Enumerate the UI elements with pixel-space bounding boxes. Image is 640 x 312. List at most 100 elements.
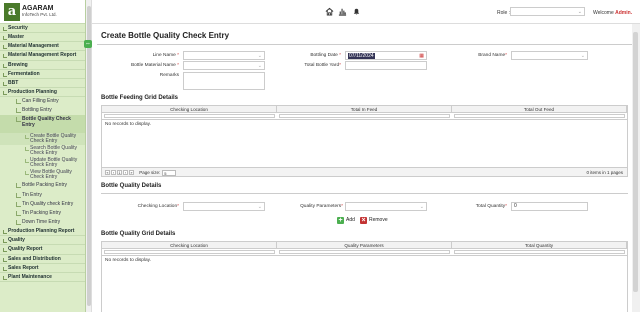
bottling-date-label: Bottling Date * — [310, 53, 341, 58]
quality-grid-title: Bottle Quality Grid Details — [101, 231, 176, 237]
logo-subtitle: InfoTech Pvt. Ltd. — [22, 11, 57, 17]
sidebar-item-brewing[interactable]: Brewing — [0, 61, 85, 70]
sidebar-item-quality[interactable]: Quality — [0, 236, 85, 246]
checking-location-select[interactable]: ⌄ — [183, 202, 265, 211]
quality-parameters-select[interactable]: ⌄ — [345, 202, 427, 211]
total-bottle-yard-label: Total Bottle Yard* — [304, 63, 341, 68]
chevron-down-icon: ⌄ — [257, 53, 262, 59]
brand-name-select[interactable]: ⌄ — [511, 51, 588, 60]
bell-icon[interactable] — [352, 7, 361, 16]
first-page-button[interactable]: « — [105, 170, 110, 176]
sidebar-item-down-time-entry[interactable]: Down Time Entry — [0, 218, 85, 227]
feeding-grid: Checking Location Total In Feed Total Out … — [101, 105, 628, 177]
sidebar-item-tin-quality-check-entry[interactable]: Tin Quality check Entry — [0, 200, 85, 209]
bottle-material-select[interactable]: ⌄ — [183, 61, 265, 70]
sidebar-item-sales-report[interactable]: Sales Report — [0, 264, 85, 273]
chevron-down-icon: ⌄ — [577, 9, 582, 15]
sidebar-item-security[interactable]: Security — [0, 24, 85, 34]
brand-name-label: Brand Name* — [478, 53, 507, 58]
sidebar-item-bbt[interactable]: BBT — [0, 79, 85, 88]
main-content: Create Bottle Quality Check Entry Line N… — [97, 28, 632, 312]
bottle-material-label: Bottle Material Name * — [130, 63, 179, 68]
pager-info: 0 items in 1 pages — [586, 170, 623, 175]
chevron-down-icon: ⌄ — [257, 63, 262, 69]
sidebar-toggle-icon[interactable]: ⇔ — [84, 40, 92, 48]
sidebar-item-quality-report[interactable]: Quality Report — [0, 245, 85, 255]
main-scrollbar[interactable] — [632, 24, 640, 312]
total-bottle-yard-input[interactable] — [345, 61, 427, 70]
quality-parameters-label: Quality Parameters* — [300, 204, 343, 209]
sidebar-item-bottling-entry[interactable]: Bottling Entry — [0, 106, 85, 115]
sidebar: a AGARAM InfoTech Pvt. Ltd. Security Mast… — [0, 0, 86, 312]
chart-icon[interactable] — [338, 7, 347, 16]
sidebar-item-production-planning-report[interactable]: Production Planning Report — [0, 227, 85, 237]
filter-input[interactable] — [279, 114, 450, 118]
sidebar-item-create-bottle-quality-check-entry[interactable]: Create Bottle Quality Check Entry — [0, 133, 85, 146]
sidebar-item-can-filling-entry[interactable]: Can Filling Entry — [0, 97, 85, 106]
sidebar-item-update-bottle-quality-check-entry[interactable]: Update Bottle Quality Check Entry — [0, 157, 85, 169]
sidebar-item-fermentation[interactable]: Fermentation — [0, 70, 85, 79]
column-header[interactable]: Checking Location — [102, 242, 277, 248]
logo-mark: a — [4, 2, 20, 21]
last-page-button[interactable]: » — [129, 170, 134, 176]
page-size-select[interactable]: 5 — [162, 169, 177, 176]
remarks-textarea[interactable] — [183, 72, 265, 90]
plus-icon: + — [337, 217, 344, 224]
filter-input[interactable] — [279, 250, 450, 254]
company-logo[interactable]: a AGARAM InfoTech Pvt. Ltd. — [0, 0, 85, 24]
sidebar-item-search-bottle-quality-check-entry[interactable]: Search Bottle Quality Check Entry — [0, 145, 85, 157]
add-button[interactable]: + Add — [337, 216, 355, 225]
column-header[interactable]: Total Quantity — [452, 242, 627, 248]
sidebar-item-bottle-quality-check-entry[interactable]: Bottle Quality Check Entry — [0, 115, 85, 134]
column-header[interactable]: Quality Parameters — [277, 242, 452, 248]
sidebar-item-production-planning[interactable]: Production Planning — [0, 88, 85, 98]
column-header[interactable]: Total In Feed — [277, 106, 452, 112]
empty-message: No records to display. — [105, 122, 152, 127]
quality-details-title: Bottle Quality Details — [101, 183, 162, 189]
total-quantity-input[interactable]: 0 — [511, 202, 588, 211]
grid-pager: «‹ 1 ›» Page size: 5 0 items in 1 pages — [102, 167, 627, 176]
sidebar-item-sales-and-distribution[interactable]: Sales and Distribution — [0, 255, 85, 264]
calendar-icon[interactable]: ▦ — [419, 53, 424, 59]
sidebar-item-material-management-report[interactable]: Material Management Report — [0, 51, 85, 61]
home-icon[interactable] — [325, 7, 334, 16]
sidebar-item-bottle-packing-entry[interactable]: Bottle Packing Entry — [0, 181, 85, 190]
quality-grid: Checking Location Quality Parameters Total… — [101, 241, 628, 312]
role-label: Role : — [497, 10, 511, 16]
page-number[interactable]: 1 — [117, 170, 122, 176]
sidebar-item-master[interactable]: Master — [0, 33, 85, 43]
sidebar-menu: Security Master Material Management Materia… — [0, 24, 85, 282]
next-page-button[interactable]: › — [123, 170, 128, 176]
close-icon: × — [360, 217, 367, 224]
remove-button[interactable]: × Remove — [360, 216, 388, 225]
sidebar-item-tin-packing-entry[interactable]: Tin Packing Entry — [0, 209, 85, 218]
chevron-down-icon: ⌄ — [419, 204, 424, 210]
line-name-label: Line Name * — [152, 53, 179, 58]
welcome-text: Welcome Admin. — [593, 10, 633, 16]
user-name[interactable]: Admin. — [615, 10, 632, 16]
empty-message: No records to display. — [105, 258, 152, 263]
filter-input[interactable] — [104, 250, 275, 254]
column-header[interactable]: Checking Location — [102, 106, 277, 112]
total-quantity-label: Total Quantity* — [475, 204, 507, 209]
page-title: Create Bottle Quality Check Entry — [97, 28, 632, 45]
line-name-select[interactable]: ⌄ — [183, 51, 265, 60]
sidebar-item-tin-entry[interactable]: Tin Entry — [0, 191, 85, 200]
logo-name: AGARAM — [22, 4, 54, 12]
checking-location-label: Checking Location* — [137, 204, 179, 209]
sidebar-item-view-bottle-quality-check-entry[interactable]: View Bottle Quality Check Entry — [0, 169, 85, 181]
bottling-date-field[interactable]: 07/11/2024 ▦ — [345, 51, 427, 60]
sidebar-item-material-management[interactable]: Material Management — [0, 42, 85, 52]
column-header[interactable]: Total Out Feed — [452, 106, 627, 112]
page-size-label: Page size: — [139, 170, 161, 175]
sidebar-item-plant-maintenance[interactable]: Plant Maintenance — [0, 273, 85, 282]
chevron-down-icon: ⌄ — [257, 204, 262, 210]
role-select[interactable]: ⌄ — [510, 7, 585, 16]
prev-page-button[interactable]: ‹ — [111, 170, 116, 176]
remarks-label: Remarks — [159, 73, 179, 78]
filter-input[interactable] — [454, 114, 625, 118]
filter-input[interactable] — [104, 114, 275, 118]
feeding-grid-title: Bottle Feeding Grid Details — [101, 95, 179, 101]
chevron-down-icon: ⌄ — [580, 53, 585, 59]
filter-input[interactable] — [454, 250, 625, 254]
